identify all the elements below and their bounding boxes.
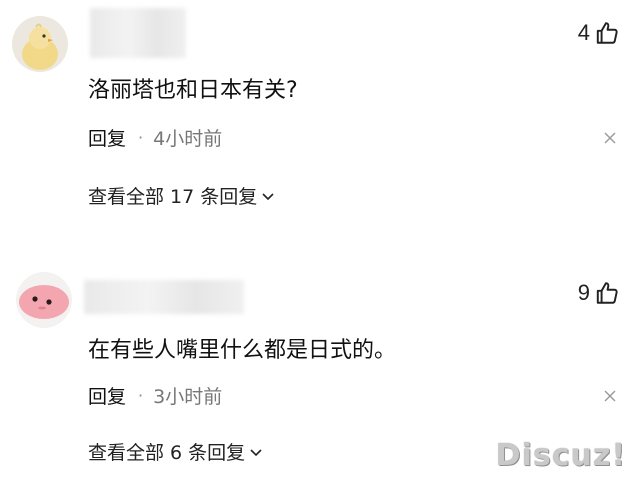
comment-meta: 回复 · 3小时前 <box>88 382 222 409</box>
view-replies-link[interactable]: 查看全部 6 条回复 <box>88 438 263 465</box>
reply-button[interactable]: 回复 <box>88 382 126 409</box>
view-replies-link[interactable]: 查看全部 17 条回复 <box>88 182 275 209</box>
username-blurred <box>90 8 186 58</box>
watermark-logo: Discuz! <box>495 438 626 473</box>
chevron-down-icon <box>261 185 275 207</box>
view-replies-label: 查看全部 17 条回复 <box>88 186 258 208</box>
close-icon[interactable] <box>602 130 618 146</box>
timestamp: 4小时前 <box>153 128 223 150</box>
like-count: 9 <box>577 280 590 305</box>
pink-blob-avatar-icon <box>16 272 72 328</box>
comment-text: 在有些人嘴里什么都是日式的。 <box>88 338 397 363</box>
comment-meta: 回复 · 4小时前 <box>88 124 222 151</box>
timestamp: 3小时前 <box>153 386 223 408</box>
chevron-down-icon <box>249 441 263 463</box>
comment-item: 4 洛丽塔也和日本有关? 回复 · 4小时前 查看全部 17 条回复 <box>0 0 640 240</box>
close-icon[interactable] <box>602 388 618 404</box>
chick-avatar-icon <box>12 16 68 72</box>
username-blurred <box>84 280 244 314</box>
like-button[interactable]: 4 <box>578 20 620 46</box>
thumbs-up-icon <box>594 20 620 46</box>
like-button[interactable]: 9 <box>578 280 620 306</box>
like-count: 4 <box>577 20 590 45</box>
separator-dot: · <box>138 386 144 405</box>
reply-button[interactable]: 回复 <box>88 124 126 151</box>
view-replies-label: 查看全部 6 条回复 <box>88 442 246 464</box>
avatar[interactable] <box>16 272 72 328</box>
thumbs-up-icon <box>594 280 620 306</box>
comment-text: 洛丽塔也和日本有关? <box>88 78 298 103</box>
avatar[interactable] <box>12 16 68 72</box>
separator-dot: · <box>138 128 144 147</box>
